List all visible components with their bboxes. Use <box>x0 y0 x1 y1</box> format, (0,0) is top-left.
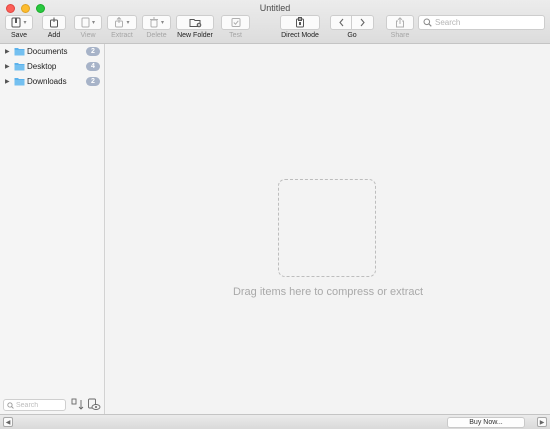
delete-label: Delete <box>146 32 167 39</box>
view-button-face[interactable]: ▾ <box>74 15 102 30</box>
sidebar-footer <box>0 397 105 413</box>
folder-icon <box>14 47 25 55</box>
chevron-down-icon: ▾ <box>23 20 27 26</box>
archive-lock-icon <box>296 17 304 28</box>
direct-mode-button[interactable]: Direct Mode <box>280 15 320 39</box>
extract-icon <box>115 17 124 28</box>
search-icon <box>423 18 432 27</box>
save-label: Save <box>11 32 27 39</box>
extract-button-face[interactable]: ▾ <box>107 15 137 30</box>
direct-mode-button-face[interactable] <box>280 15 320 30</box>
disclosure-triangle-icon[interactable]: ▶ <box>5 78 11 85</box>
sidebar-item-documents[interactable]: ▶ Documents 2 <box>0 44 105 58</box>
new-folder-icon <box>189 19 201 28</box>
share-button-face[interactable] <box>386 15 414 30</box>
new-folder-button-face[interactable] <box>176 15 214 30</box>
delete-button-face[interactable]: ▾ <box>142 15 171 30</box>
count-badge: 4 <box>86 62 100 71</box>
sort-icon[interactable] <box>71 398 85 411</box>
trash-icon <box>149 17 158 28</box>
window-title: Untitled <box>259 3 291 13</box>
go-label: Go <box>347 32 357 39</box>
view-label: View <box>80 32 96 39</box>
view-button[interactable]: ▾ View <box>74 15 102 39</box>
sidebar-search-input[interactable] <box>16 401 64 409</box>
drop-area[interactable]: Drag items here to compress or extract <box>106 44 550 414</box>
disclosure-triangle-icon[interactable]: ▶ <box>5 48 11 55</box>
status-bar: ◀ Buy Now... ▶ <box>0 414 550 429</box>
extract-button[interactable]: ▾ Extract <box>107 15 137 39</box>
share-button[interactable]: Share <box>386 15 414 39</box>
share-icon <box>396 17 404 28</box>
app-window: Untitled ▾ Save Add ▾ View ▾ Extract ▾ D… <box>0 0 550 429</box>
back-button[interactable] <box>330 15 352 30</box>
new-folder-label: New Folder <box>177 32 213 39</box>
chevron-right-icon <box>360 18 365 27</box>
disclosure-triangle-icon[interactable]: ▶ <box>5 63 11 70</box>
toggle-sidebar-button[interactable]: ◀ <box>3 417 13 427</box>
share-label: Share <box>390 32 410 39</box>
save-button-face[interactable]: ▾ <box>5 15 33 30</box>
checkmark-icon <box>231 18 240 27</box>
add-button[interactable]: Add <box>42 15 66 39</box>
chevron-down-icon: ▾ <box>160 20 164 26</box>
test-button[interactable]: Test <box>221 15 250 39</box>
view-icon <box>81 17 90 28</box>
sidebar-item-label: Downloads <box>27 76 67 86</box>
sidebar-item-label: Documents <box>27 46 68 56</box>
extract-label: Extract <box>111 32 133 39</box>
count-badge: 2 <box>86 77 100 86</box>
add-label: Add <box>47 32 61 39</box>
chevron-left-icon <box>338 18 343 27</box>
go-navigation: Go <box>330 15 374 39</box>
chevron-down-icon: ▾ <box>126 20 130 26</box>
new-folder-button[interactable]: New Folder <box>176 15 214 39</box>
forward-button[interactable] <box>352 15 374 30</box>
preview-icon[interactable] <box>87 398 101 411</box>
toolbar: Untitled ▾ Save Add ▾ View ▾ Extract ▾ D… <box>0 0 550 44</box>
delete-button[interactable]: ▾ Delete <box>142 15 171 39</box>
save-button[interactable]: ▾ Save <box>5 15 33 39</box>
search-input[interactable] <box>435 18 535 27</box>
sidebar-item-downloads[interactable]: ▶ Downloads 2 <box>0 74 105 88</box>
add-file-icon <box>50 17 58 28</box>
buy-now-button[interactable]: Buy Now... <box>447 417 525 428</box>
test-label: Test <box>229 32 242 39</box>
count-badge: 2 <box>86 47 100 56</box>
sidebar: ▶ Documents 2 ▶ Desktop 4 ▶ Downloads 2 <box>0 44 105 414</box>
archive-icon <box>11 17 21 28</box>
search-icon <box>7 401 14 409</box>
toolbar-search <box>418 15 545 30</box>
drop-hint-text: Drag items here to compress or extract <box>232 286 424 298</box>
test-button-face[interactable] <box>221 15 250 30</box>
folder-icon <box>14 77 25 85</box>
back-forward-group <box>330 15 374 30</box>
sidebar-item-label: Desktop <box>27 61 57 71</box>
folder-icon <box>14 62 25 70</box>
direct-mode-label: Direct Mode <box>281 32 319 39</box>
sidebar-item-desktop[interactable]: ▶ Desktop 4 <box>0 59 105 73</box>
add-button-face[interactable] <box>42 15 66 30</box>
chevron-down-icon: ▾ <box>91 20 95 26</box>
drop-target-box[interactable] <box>278 179 376 277</box>
sidebar-search <box>3 399 66 411</box>
toggle-panel-button[interactable]: ▶ <box>537 417 547 427</box>
